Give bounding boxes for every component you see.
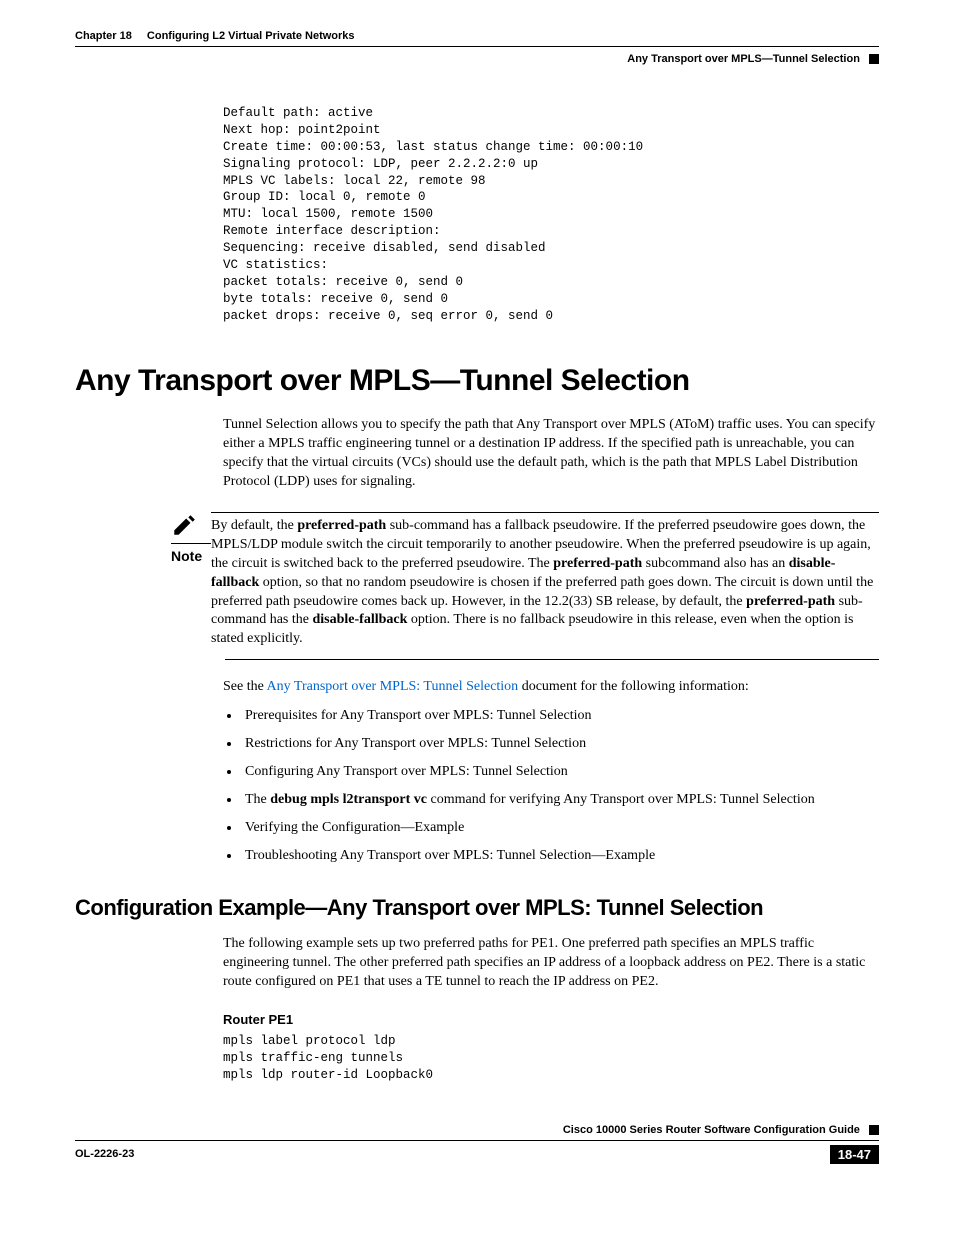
chapter-number: Chapter 18 xyxy=(75,30,132,42)
see-text: document for the following information: xyxy=(518,679,749,694)
list-text: The xyxy=(245,792,270,807)
chapter-title: Configuring L2 Virtual Private Networks xyxy=(147,30,355,42)
footer-square-icon xyxy=(869,1125,879,1135)
note-content: By default, the preferred-path sub-comma… xyxy=(211,512,879,649)
note-pen-icon xyxy=(171,525,197,542)
intro-paragraph: Tunnel Selection allows you to specify t… xyxy=(223,416,879,492)
list-item: The debug mpls l2transport vc command fo… xyxy=(241,791,879,810)
see-text: See the xyxy=(223,679,267,694)
note-bold: preferred-path xyxy=(746,594,835,609)
code-output-block: Default path: active Next hop: point2poi… xyxy=(223,105,879,324)
bullet-list: Prerequisites for Any Transport over MPL… xyxy=(223,707,879,865)
page-number: 18-47 xyxy=(830,1145,879,1164)
example-paragraph: The following example sets up two prefer… xyxy=(223,935,879,992)
section-marker: Any Transport over MPLS—Tunnel Selection xyxy=(75,53,879,65)
list-item: Troubleshooting Any Transport over MPLS:… xyxy=(241,847,879,866)
page-header: Chapter 18 Configuring L2 Virtual Privat… xyxy=(75,30,879,47)
chapter-line: Chapter 18 Configuring L2 Virtual Privat… xyxy=(75,30,879,42)
list-item: Restrictions for Any Transport over MPLS… xyxy=(241,735,879,754)
main-heading: Any Transport over MPLS—Tunnel Selection xyxy=(75,364,879,398)
note-bold: preferred-path xyxy=(297,518,386,533)
router-label: Router PE1 xyxy=(223,1012,879,1027)
note-bold: preferred-path xyxy=(553,556,642,571)
list-text: command for verifying Any Transport over… xyxy=(427,792,815,807)
list-item: Configuring Any Transport over MPLS: Tun… xyxy=(241,763,879,782)
note-text: subcommand also has an xyxy=(642,556,789,571)
list-bold: debug mpls l2transport vc xyxy=(270,792,427,807)
doc-id: OL-2226-23 xyxy=(75,1148,134,1160)
note-block: Note By default, the preferred-path sub-… xyxy=(171,512,879,660)
note-text: By default, the xyxy=(211,518,297,533)
sub-heading: Configuration Example—Any Transport over… xyxy=(75,895,879,921)
guide-title: Cisco 10000 Series Router Software Confi… xyxy=(563,1124,860,1136)
note-label: Note xyxy=(171,543,211,564)
see-paragraph: See the Any Transport over MPLS: Tunnel … xyxy=(223,678,879,697)
marker-square-icon xyxy=(869,54,879,64)
code-config-block: mpls label protocol ldp mpls traffic-eng… xyxy=(223,1033,879,1084)
list-item: Prerequisites for Any Transport over MPL… xyxy=(241,707,879,726)
list-item: Verifying the Configuration—Example xyxy=(241,819,879,838)
note-bold: disable-fallback xyxy=(312,612,407,627)
doc-link[interactable]: Any Transport over MPLS: Tunnel Selectio… xyxy=(267,679,519,694)
footer-guide: Cisco 10000 Series Router Software Confi… xyxy=(75,1124,879,1141)
page-footer: Cisco 10000 Series Router Software Confi… xyxy=(75,1124,879,1164)
section-title: Any Transport over MPLS—Tunnel Selection xyxy=(627,53,860,65)
